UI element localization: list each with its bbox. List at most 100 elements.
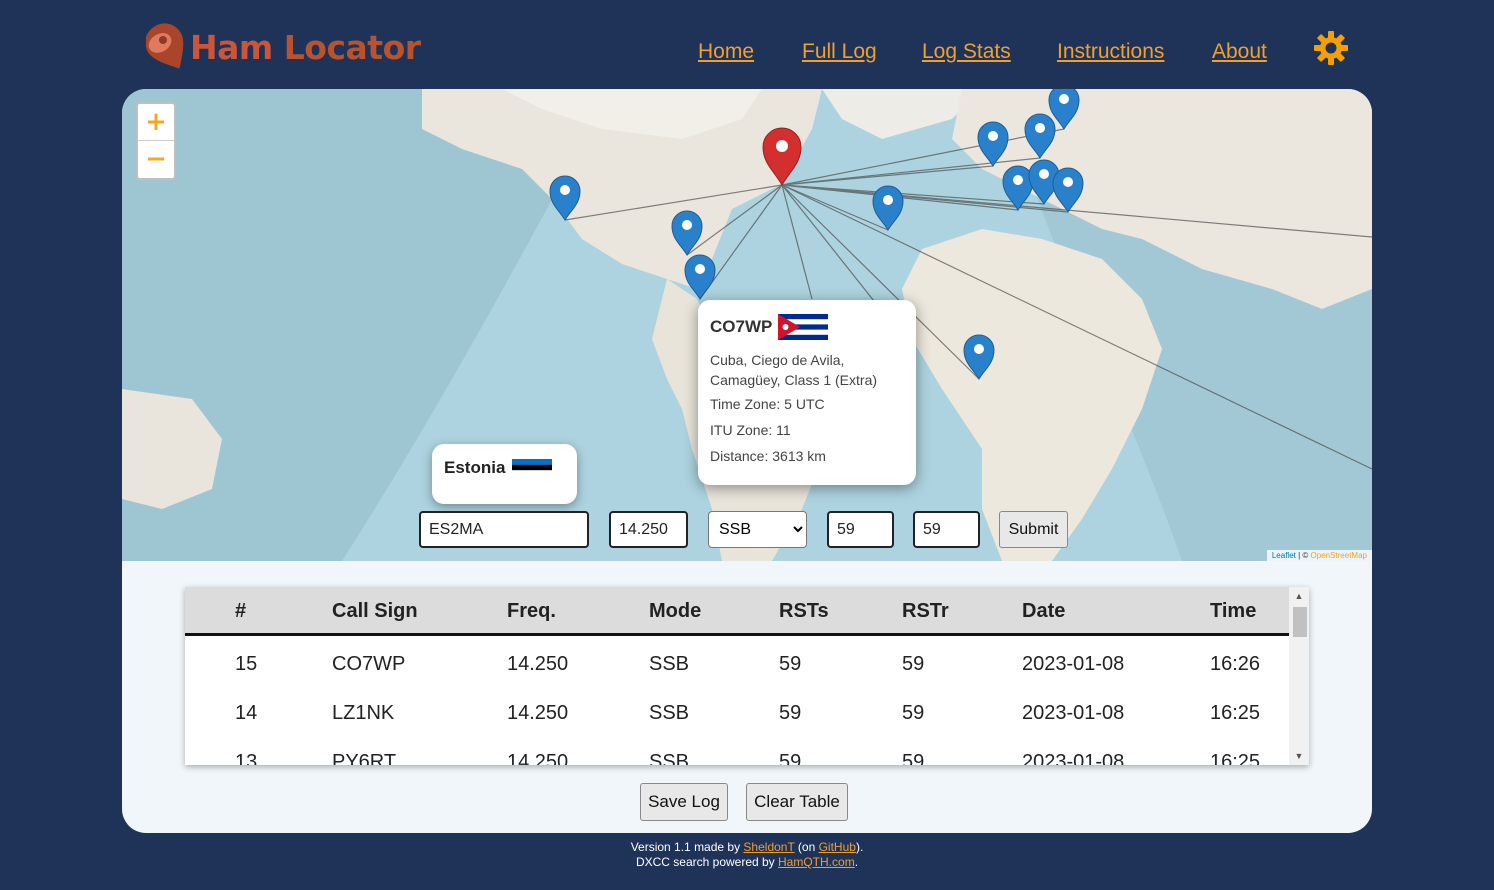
logo-text-locator: Locator (283, 27, 421, 67)
row-date: 2023-01-08 (1022, 653, 1125, 675)
row-freq: 14.250 (507, 653, 569, 675)
row-rstr: 59 (902, 702, 925, 724)
nav-about[interactable]: About (1212, 40, 1267, 64)
row-callsign: CO7WP (332, 653, 406, 675)
header-time: Time (1210, 600, 1257, 622)
map-pin-logo-icon (146, 23, 184, 69)
scroll-up-icon[interactable]: ▲ (1289, 591, 1309, 601)
row-rsts: 59 (779, 653, 802, 675)
estonia-flag-icon (512, 459, 553, 476)
rst-received-input[interactable] (913, 511, 980, 548)
table-header: # Call Sign Freq. Mode RSTs RSTr Date Ti… (185, 587, 1289, 636)
nav-full-log[interactable]: Full Log (802, 40, 877, 64)
row-freq: 14.250 (507, 751, 569, 765)
footer-on-text: (on (794, 840, 819, 854)
marker-germany-icon[interactable] (1024, 113, 1056, 159)
popup-distance: Distance: 3613 km (710, 448, 826, 464)
marker-bulgaria-icon[interactable] (1052, 167, 1084, 213)
footer-line-2: DXCC search powered by HamQTH.com. (0, 855, 1494, 870)
github-link[interactable]: GitHub (819, 840, 856, 854)
popup-callsign: CO7WP (710, 317, 773, 336)
footer-period: . (854, 855, 859, 869)
marker-italy-icon[interactable] (1002, 165, 1034, 211)
map-attribution: Leaflet | © OpenStreetMap (1266, 550, 1372, 561)
header-rsts: RSTs (779, 600, 829, 622)
footer-version-text: Version 1.1 made by (630, 840, 744, 854)
header-callsign: Call Sign (332, 600, 418, 622)
marker-selected-red-icon[interactable] (762, 127, 802, 187)
marker-us-south-icon[interactable] (684, 254, 716, 300)
marker-azores-icon[interactable] (872, 185, 904, 231)
nav-home[interactable]: Home (698, 40, 754, 64)
row-number: 13 (235, 751, 258, 765)
logo-text: Ham Locator (190, 28, 421, 67)
rst-sent-input[interactable] (827, 511, 894, 548)
header-date: Date (1022, 600, 1066, 622)
station-popup: CO7WP Cuba, Ciego de Avila, Camagüey, Cl… (698, 300, 916, 485)
row-date: 2023-01-08 (1022, 702, 1125, 724)
country-name: Estonia (444, 458, 506, 477)
main-card: + − CO7WP Cuba, Ciego de Avila, Camagüey… (122, 89, 1372, 833)
popup-timezone: Time Zone: 5 UTC (710, 396, 825, 412)
hamqth-link[interactable]: HamQTH.com (778, 855, 855, 869)
row-rstr: 59 (902, 653, 925, 675)
scroll-thumb[interactable] (1293, 607, 1307, 637)
footer-close-text: ). (855, 840, 864, 854)
footer: Version 1.1 made by SheldonT (on GitHub)… (0, 840, 1494, 870)
attribution-separator: | © (1295, 551, 1311, 560)
callsign-input[interactable] (419, 511, 589, 548)
row-callsign: LZ1NK (332, 702, 395, 724)
row-mode: SSB (649, 751, 690, 765)
nav-instructions[interactable]: Instructions (1057, 40, 1164, 64)
clear-table-button[interactable]: Clear Table (746, 783, 848, 821)
cuba-flag-icon (778, 314, 829, 340)
frequency-input[interactable] (609, 511, 688, 548)
scroll-down-icon[interactable]: ▼ (1289, 751, 1309, 761)
row-rsts: 59 (779, 702, 802, 724)
row-rsts: 59 (779, 751, 802, 765)
row-mode: SSB (649, 653, 690, 675)
row-number: 14 (235, 702, 258, 724)
marker-uk-icon[interactable] (977, 121, 1009, 167)
table-scrollbar[interactable]: ▲ ▼ (1289, 587, 1309, 765)
logo: Ham Locator (146, 20, 421, 74)
row-mode: SSB (649, 702, 690, 724)
header-freq: Freq. (507, 600, 556, 622)
header-rstr: RSTr (902, 600, 949, 622)
row-number: 15 (235, 653, 258, 675)
row-time: 16:25 (1210, 702, 1261, 724)
row-callsign: PY6RT (332, 751, 397, 765)
log-table: # Call Sign Freq. Mode RSTs RSTr Date Ti… (185, 587, 1309, 765)
marker-us-west-icon[interactable] (549, 175, 581, 221)
zoom-control: + − (136, 102, 176, 180)
zoom-in-button[interactable]: + (138, 104, 174, 141)
author-link[interactable]: SheldonT (743, 840, 794, 854)
table-row[interactable]: 14 LZ1NK 14.250 SSB 59 59 2023-01-08 16:… (185, 688, 1289, 737)
leaflet-link[interactable]: Leaflet (1272, 551, 1296, 560)
row-rstr: 59 (902, 751, 925, 765)
marker-west-africa-icon[interactable] (963, 334, 995, 380)
table-row[interactable]: 13 PY6RT 14.250 SSB 59 59 2023-01-08 16:… (185, 737, 1289, 765)
popup-itu-zone: ITU Zone: 11 (710, 422, 791, 438)
save-log-button[interactable]: Save Log (640, 783, 728, 821)
header-mode: Mode (649, 600, 702, 622)
zoom-out-button[interactable]: − (138, 141, 174, 178)
row-freq: 14.250 (507, 702, 569, 724)
popup-location: Cuba, Ciego de Avila, Camagüey, Class 1 … (710, 352, 878, 388)
mode-select[interactable]: SSB (708, 511, 807, 548)
header-number: # (235, 600, 247, 622)
row-time: 16:26 (1210, 653, 1261, 675)
osm-link[interactable]: OpenStreetMap (1311, 551, 1367, 560)
footer-line-1: Version 1.1 made by SheldonT (on GitHub)… (0, 840, 1494, 855)
gear-icon[interactable] (1313, 30, 1349, 66)
table-row[interactable]: 15 CO7WP 14.250 SSB 59 59 2023-01-08 16:… (185, 639, 1289, 688)
row-time: 16:25 (1210, 751, 1261, 765)
row-date: 2023-01-08 (1022, 751, 1125, 765)
marker-us-east-icon[interactable] (671, 210, 703, 256)
footer-dxcc-text: DXCC search powered by (635, 855, 779, 869)
world-map[interactable]: + − CO7WP Cuba, Ciego de Avila, Camagüey… (122, 89, 1372, 561)
submit-button[interactable]: Submit (999, 511, 1068, 548)
logo-text-ham: Ham (190, 27, 273, 67)
country-hint: Estonia (432, 444, 577, 504)
nav-log-stats[interactable]: Log Stats (922, 40, 1011, 64)
